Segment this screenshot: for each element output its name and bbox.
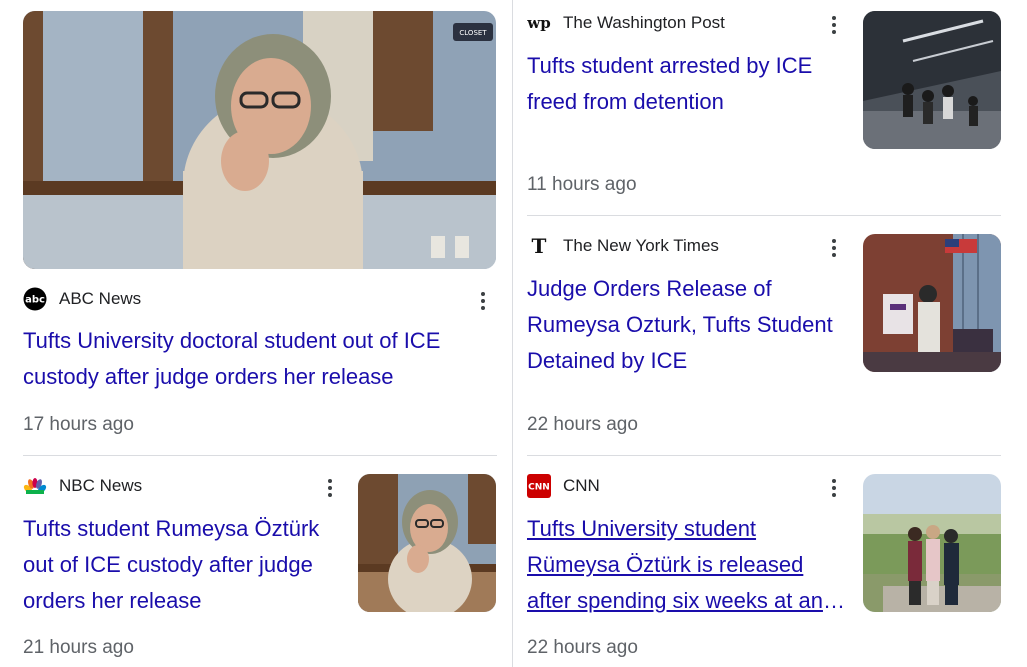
more-options-button[interactable] [824,13,844,37]
abc-logo-icon: abc [23,287,47,311]
source-name: ABC News [59,289,142,308]
article-timestamp: 17 hours ago [23,414,134,435]
article-timestamp: 11 hours ago [527,174,637,195]
source-row: wp The Washington Post [527,11,725,35]
source-name: NBC News [59,476,143,495]
article-timestamp: 22 hours ago [527,637,638,658]
more-options-button[interactable] [473,289,493,313]
article-thumbnail[interactable] [863,474,1001,612]
article-headline[interactable]: Judge Orders Release of Rumeysa Ozturk, … [527,271,845,379]
source-name: The Washington Post [563,13,725,32]
article-thumbnail[interactable] [863,234,1001,372]
svg-text:wp: wp [527,14,551,32]
source-row: abc ABC News [23,287,141,311]
source-row: NBC News [23,474,142,498]
article-headline[interactable]: Tufts student arrested by ICE freed from… [527,48,845,120]
source-row: T The New York Times [527,234,719,258]
article-timestamp: 21 hours ago [23,637,134,658]
article-image[interactable]: CLOSET [23,11,496,269]
column-divider [512,0,513,667]
article-headline[interactable]: Tufts University doctoral student out of… [23,323,493,395]
more-options-button[interactable] [824,236,844,260]
nbc-peacock-icon [23,474,47,498]
source-name: The New York Times [563,236,719,255]
row-divider [23,455,497,456]
cnn-logo-icon: CNN [527,474,551,498]
article-timestamp: 22 hours ago [527,414,638,435]
article-headline[interactable]: Tufts University student Rümeysa Öztürk … [527,511,849,619]
article-thumbnail[interactable] [358,474,496,612]
source-name: CNN [563,476,600,495]
more-options-button[interactable] [824,476,844,500]
source-row: CNN CNN [527,474,600,498]
row-divider [527,215,1001,216]
more-options-button[interactable] [320,476,340,500]
image-badge-text: CLOSET [459,29,487,37]
article-headline[interactable]: Tufts student Rumeysa Öztürk out of ICE … [23,511,343,619]
svg-text:CNN: CNN [528,483,550,493]
svg-text:abc: abc [25,295,45,306]
wp-logo-icon: wp [527,11,551,35]
nyt-logo-icon: T [527,234,551,258]
svg-text:T: T [532,234,547,258]
row-divider [527,455,1001,456]
article-thumbnail[interactable] [863,11,1001,149]
